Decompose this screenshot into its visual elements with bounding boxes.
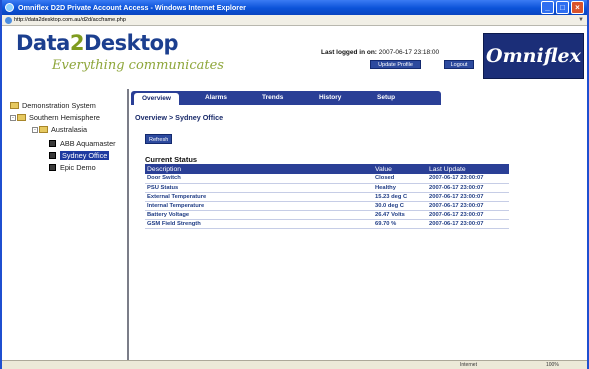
address-bar[interactable]: http://data2desktop.com.au/d2d/accframe.… (2, 15, 587, 26)
data2desktop-logo: Data2Desktop (16, 31, 179, 55)
table-header-row: Description Value Last Update (145, 164, 509, 174)
cell-description: Internal Temperature (145, 201, 373, 211)
table-row: Internal Temperature 30.0 deg C 2007-06-… (145, 201, 509, 211)
folder-icon (17, 114, 26, 121)
page-header: Data2Desktop Everything communicates Las… (2, 26, 587, 89)
cell-last-update: 2007-06-17 23:00:07 (427, 183, 509, 193)
last-logged-in: Last logged in on: 2007-06-17 23:18:00 (321, 49, 440, 56)
cell-value: 69.70 % (373, 219, 427, 229)
cell-last-update: 2007-06-17 23:00:07 (427, 219, 509, 229)
window-title: Omniflex D2D Private Account Access - Wi… (18, 3, 246, 12)
window-controls: _ □ × (541, 1, 584, 14)
table-row: GSM Field Strength 69.70 % 2007-06-17 23… (145, 219, 509, 229)
cell-description: External Temperature (145, 192, 373, 202)
cell-value: Closed (373, 174, 427, 184)
cell-description: GSM Field Strength (145, 219, 373, 229)
cell-last-update: 2007-06-17 23:00:07 (427, 210, 509, 220)
update-profile-button[interactable]: Update Profile (370, 60, 421, 69)
page-icon (5, 17, 12, 24)
tab-alarms[interactable]: Alarms (205, 94, 227, 101)
collapse-icon[interactable]: - (32, 126, 38, 133)
tab-setup[interactable]: Setup (377, 94, 395, 101)
cell-description: PSU Status (145, 183, 373, 193)
cell-description: Door Switch (145, 174, 373, 184)
cell-value: 26.47 Volts (373, 210, 427, 220)
table-row: External Temperature 15.23 deg C 2007-06… (145, 192, 509, 202)
device-icon (49, 152, 56, 159)
maximize-button[interactable]: □ (556, 1, 569, 14)
cell-last-update: 2007-06-17 23:00:07 (427, 192, 509, 202)
collapse-icon[interactable]: - (10, 114, 16, 121)
tree-item-epic-demo[interactable]: Epic Demo (49, 163, 96, 172)
logout-button[interactable]: Logout (444, 60, 474, 69)
tree-item-abb-aquamaster[interactable]: ABB Aquamaster (49, 139, 116, 148)
tab-trends[interactable]: Trends (262, 94, 283, 101)
tree-region[interactable]: - Southern Hemisphere (10, 113, 100, 122)
refresh-button[interactable]: Refresh (145, 134, 173, 144)
zoom-level[interactable]: 100% (546, 362, 559, 368)
device-icon (49, 164, 56, 171)
browser-window: Omniflex D2D Private Account Access - Wi… (0, 0, 589, 369)
security-zone: Internet (460, 362, 477, 368)
folder-icon (10, 102, 19, 109)
cell-value: Healthy (373, 183, 427, 193)
tree-country[interactable]: - Australasia (32, 125, 87, 134)
cell-last-update: 2007-06-17 23:00:07 (427, 201, 509, 211)
tree-root[interactable]: Demonstration System (10, 101, 96, 110)
current-status-title: Current Status (145, 155, 198, 164)
column-header: Last Update (427, 164, 509, 174)
cell-last-update: 2007-06-17 23:00:07 (427, 174, 509, 184)
cell-description: Battery Voltage (145, 210, 373, 220)
breadcrumb: Overview > Sydney Office (135, 113, 224, 122)
table-row: PSU Status Healthy 2007-06-17 23:00:07 (145, 183, 509, 193)
cell-value: 15.23 deg C (373, 192, 427, 202)
column-header: Value (373, 164, 427, 174)
minimize-button[interactable]: _ (541, 1, 554, 14)
address-text[interactable]: http://data2desktop.com.au/d2d/accframe.… (14, 17, 126, 23)
cell-value: 30.0 deg C (373, 201, 427, 211)
tree-item-sydney-office[interactable]: Sydney Office (49, 151, 110, 160)
navigation-tree: Demonstration System - Southern Hemisphe… (8, 89, 129, 361)
status-table: Description Value Last Update Door Switc… (145, 164, 509, 229)
title-bar: Omniflex D2D Private Account Access - Wi… (2, 0, 587, 15)
tab-bar: Overview Alarms Trends History Setup (131, 91, 441, 106)
address-dropdown-icon[interactable]: ▼ (578, 15, 584, 26)
folder-icon (39, 126, 48, 133)
ie-logo-icon (5, 3, 14, 12)
tagline: Everything communicates (52, 58, 224, 73)
close-button[interactable]: × (571, 1, 584, 14)
table-row: Door Switch Closed 2007-06-17 23:00:07 (145, 174, 509, 184)
tab-history[interactable]: History (319, 94, 341, 101)
table-row: Battery Voltage 26.47 Volts 2007-06-17 2… (145, 210, 509, 220)
device-icon (49, 140, 56, 147)
column-header: Description (145, 164, 373, 174)
main-panel: Overview > Sydney Office Refresh Current… (131, 105, 587, 360)
omniflex-logo: Omniflex (483, 33, 584, 79)
status-bar: Internet 100% (2, 360, 587, 369)
